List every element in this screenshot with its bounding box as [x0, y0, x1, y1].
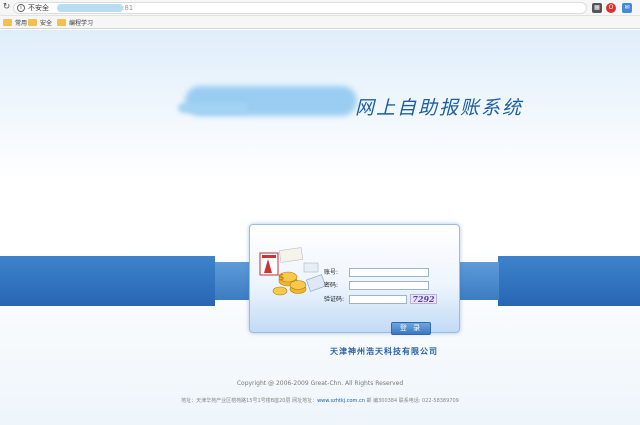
finance-emblem-icon: $: [259, 247, 326, 296]
url-port: :81: [122, 4, 134, 12]
login-panel: $ 账号: 密码: 验证码: 7292 登 录 天津神州浩天科技有限公司: [249, 224, 460, 356]
bookmarks-bar: 常用 安全 编程学习: [0, 16, 640, 29]
svg-text:$: $: [278, 273, 284, 283]
site-title: 网上自助报账系统: [355, 97, 524, 119]
page-body: 网上自助报账系统 $ 账号: 密码: 验证码: 7292 登 录 天津神州浩天科…: [0, 30, 640, 425]
address-bar: ↻ i 不安全 :81 ☆ ▦ O ✉: [0, 0, 640, 16]
folder-icon: [57, 18, 66, 26]
footer-address: 地址：天津华苑产业区榕苑路15号1号楼B座20层 网址地址：www.szhtkj…: [0, 397, 640, 404]
decor-band-left-cap: [215, 262, 249, 300]
login-button[interactable]: 登 录: [391, 322, 431, 335]
logo-redacted-tail: [178, 103, 248, 113]
captcha-image[interactable]: 7292: [410, 294, 437, 304]
translate-icon[interactable]: ✉: [622, 3, 632, 13]
bookmark-item[interactable]: 安全: [28, 17, 52, 27]
bookmark-label: 常用: [15, 19, 28, 27]
password-label: 密码:: [324, 282, 339, 289]
company-name: 天津神州浩天科技有限公司: [330, 346, 438, 356]
opera-icon[interactable]: O: [606, 3, 616, 13]
decor-band-right-cap: [459, 262, 499, 300]
info-icon[interactable]: i: [17, 4, 25, 12]
extension-icon[interactable]: ▦: [592, 3, 602, 13]
url-redacted: [57, 4, 123, 12]
bookmark-item[interactable]: 编程学习: [57, 17, 93, 27]
password-input[interactable]: [349, 281, 429, 290]
bookmark-label: 编程学习: [69, 19, 94, 27]
url-field[interactable]: i 不安全 :81 ☆: [13, 2, 599, 15]
folder-icon: [28, 18, 37, 26]
reload-icon[interactable]: ↻: [1, 2, 12, 13]
bookmark-item[interactable]: 常用: [3, 17, 27, 27]
account-input[interactable]: [349, 268, 429, 277]
bookmark-label: 安全: [40, 19, 53, 27]
decor-band-right: [498, 256, 640, 306]
captcha-input[interactable]: [349, 295, 407, 304]
copyright: Copyright @ 2006-2009 Great-Chn. All Rig…: [236, 380, 404, 387]
account-label: 账号:: [324, 269, 339, 276]
security-warning[interactable]: 不安全: [28, 3, 49, 13]
captcha-label: 验证码:: [324, 296, 345, 303]
website-link[interactable]: www.szhtkj.com.cn: [317, 398, 365, 404]
address-text: 地址：天津华苑产业区榕苑路15号1号楼B座20层 网址地址：: [181, 398, 318, 404]
contact-text: 邮 编300384 联系电话: 022-58389709: [364, 398, 459, 404]
folder-icon: [3, 18, 12, 26]
decor-band-left: [0, 256, 215, 306]
